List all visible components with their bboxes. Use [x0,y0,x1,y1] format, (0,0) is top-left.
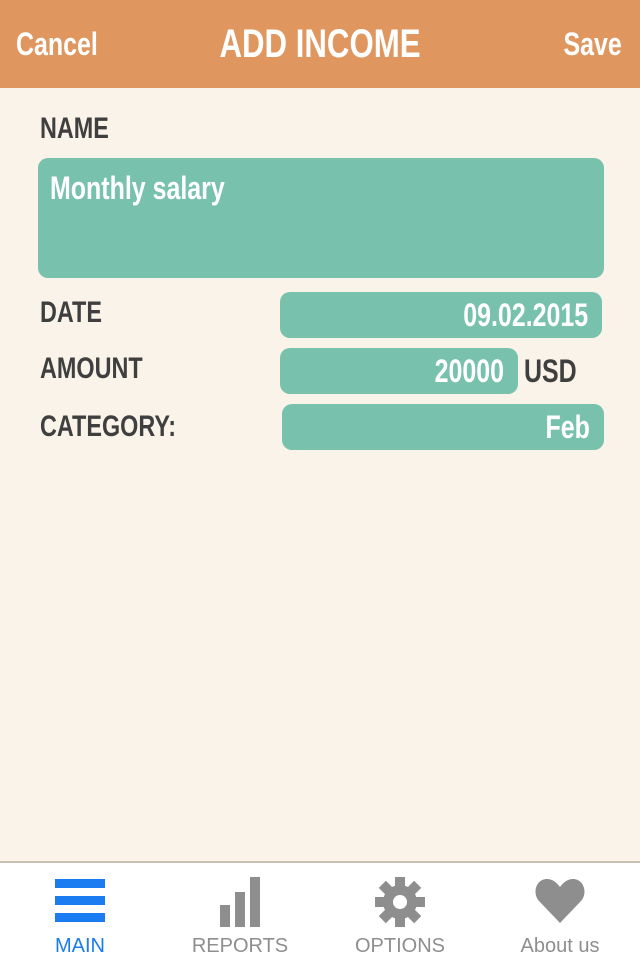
currency-label: USD [524,353,577,389]
name-label: NAME [40,112,109,145]
date-field[interactable]: 09.02.2015 [280,292,602,338]
heart-icon [535,877,585,928]
tab-label: OPTIONS [354,935,445,957]
save-button[interactable]: Save [564,0,622,88]
tab-bar: MAIN REPORTS OPTIONS About us [0,861,640,962]
navigation-bar: Cancel ADD INCOME Save [0,0,640,88]
amount-label: AMOUNT [40,352,143,385]
tab-label: REPORTS [191,935,289,957]
bar-chart-icon [219,877,261,932]
category-label: CATEGORY: [40,410,177,443]
gear-icon [375,877,425,932]
tab-reports[interactable]: REPORTS [160,863,320,962]
tab-main[interactable]: MAIN [0,863,160,962]
tab-label: MAIN [55,935,105,957]
menu-icon [55,877,105,928]
amount-value: 20000 [434,353,504,389]
tab-label: About us [520,935,600,957]
category-select[interactable]: Feb [282,404,604,450]
name-value: Monthly salary [50,170,225,206]
date-value: 09.02.2015 [463,297,588,333]
tab-options[interactable]: OPTIONS [320,863,480,962]
date-label: DATE [40,296,102,329]
category-value: Feb [545,409,590,445]
name-input[interactable]: Monthly salary [38,158,604,278]
page-title: ADD INCOME [219,22,421,66]
tab-about-us[interactable]: About us [480,863,640,962]
amount-input[interactable]: 20000 [280,348,518,394]
